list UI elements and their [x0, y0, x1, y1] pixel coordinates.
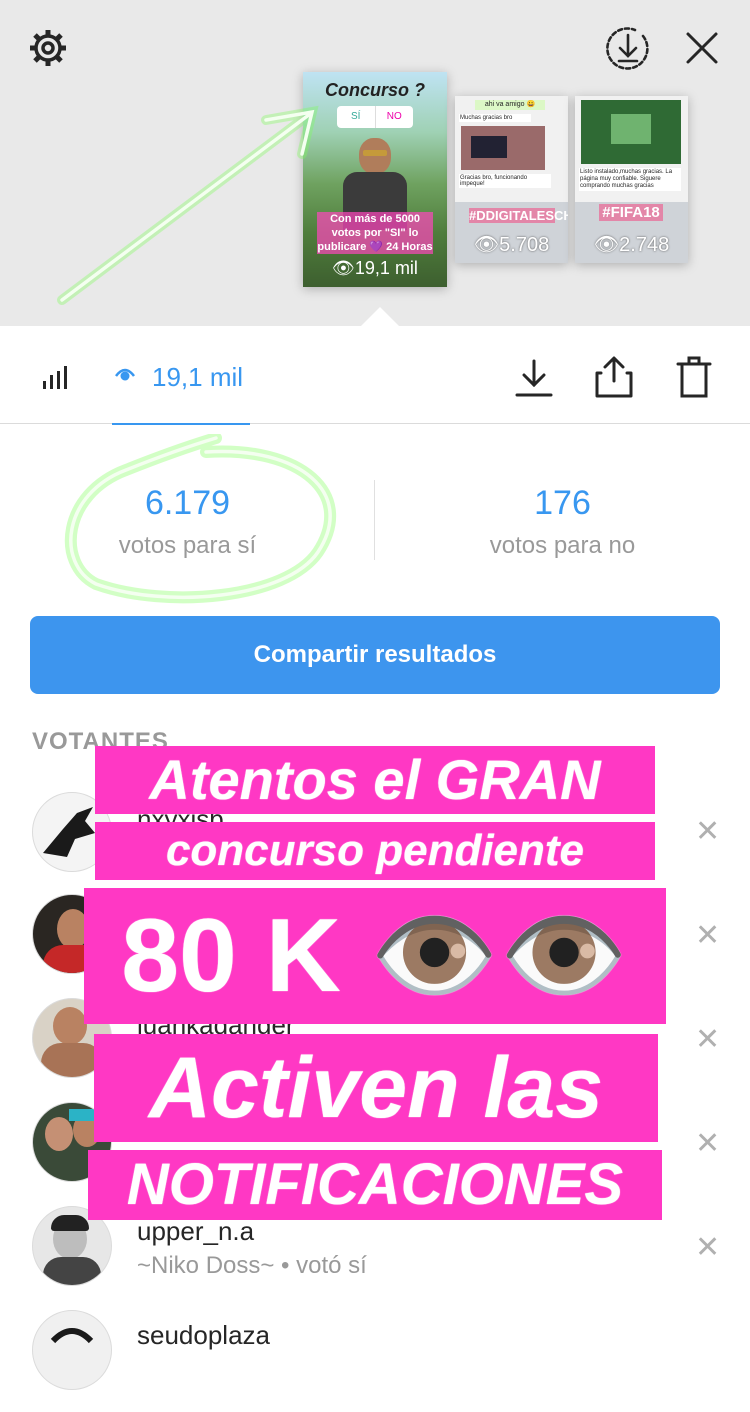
eye-icon: 👁 [473, 234, 500, 256]
eye-icon: 👁 [593, 234, 620, 256]
bar-chart-icon[interactable] [38, 362, 74, 392]
gear-icon[interactable] [24, 24, 72, 72]
insights-toolbar: 19,1 mil [0, 326, 750, 425]
overlay-line-1: Atentos el GRAN [95, 746, 655, 814]
poll-options: SÍ NO [337, 106, 413, 128]
chat-msg2: Gracias bro, funcionando impeque! [459, 174, 551, 188]
overlay-line-5: NOTIFICACIONES [88, 1150, 662, 1220]
share-results-button[interactable]: Compartir resultados [30, 616, 720, 694]
remove-icon[interactable]: ✕ [695, 1126, 720, 1161]
circle-annotation-icon [64, 434, 336, 604]
poll-results: 6.179 votos para sí 176 votos para no [0, 424, 750, 604]
list-item[interactable]: seudoplaza [0, 1308, 750, 1412]
poll-option-yes: SÍ [337, 106, 376, 128]
close-icon[interactable] [680, 26, 724, 70]
arrow-annotation-icon [57, 105, 319, 305]
views-count: 19,1 mil [152, 362, 244, 392]
avatar [32, 1310, 112, 1390]
story-views: 👁5.708 [473, 234, 550, 256]
poll-option-no: NO [386, 111, 402, 122]
overlay-line-3: 80 K 👁️👁️ [84, 888, 666, 1024]
eye-icon [114, 364, 135, 384]
story-thumbnail-chat-1[interactable]: ahi va amigo 😀 Muchas gracias bro Gracia… [455, 96, 568, 263]
chat-msg1: Listo instalado,muchas gracias. La págin… [579, 168, 681, 191]
chat-msg1: Muchas gracias bro [459, 114, 531, 122]
story-views: 👁2.748 [593, 234, 670, 256]
story-strip: Concurso ? SÍ NO Con más de 5000 votos p… [0, 0, 750, 327]
share-icon[interactable] [592, 354, 636, 400]
no-count: 176 [534, 484, 591, 522]
voter-username: upper_n.a [137, 1216, 255, 1246]
chat-top: ahi va amigo 😀 [475, 100, 545, 110]
remove-icon[interactable]: ✕ [695, 814, 720, 849]
remove-icon[interactable]: ✕ [695, 1022, 720, 1057]
overlay-line-4: Activen las [94, 1034, 658, 1142]
remove-icon[interactable]: ✕ [695, 918, 720, 953]
overlay-line-2: concurso pendiente [95, 822, 655, 880]
chat-photo [581, 100, 681, 164]
tab-viewers[interactable]: 19,1 mil [112, 326, 250, 425]
story-tag: #FIFA18 [599, 204, 663, 221]
story-tag: #DDIGITALESCHILE [469, 208, 568, 223]
chat-photo [461, 126, 545, 170]
download-circle-icon[interactable] [604, 24, 652, 72]
no-label: votos para no [489, 532, 636, 559]
voter-username: seudoplaza [137, 1320, 270, 1350]
download-icon[interactable] [512, 356, 556, 400]
selected-caret [360, 307, 400, 327]
remove-icon[interactable]: ✕ [695, 1230, 720, 1265]
story-thumbnail-chat-2[interactable]: Listo instalado,muchas gracias. La págin… [575, 96, 688, 263]
voter-vote-status: ~Niko Doss~ • votó sí [137, 1252, 367, 1279]
trash-icon[interactable] [674, 354, 714, 400]
